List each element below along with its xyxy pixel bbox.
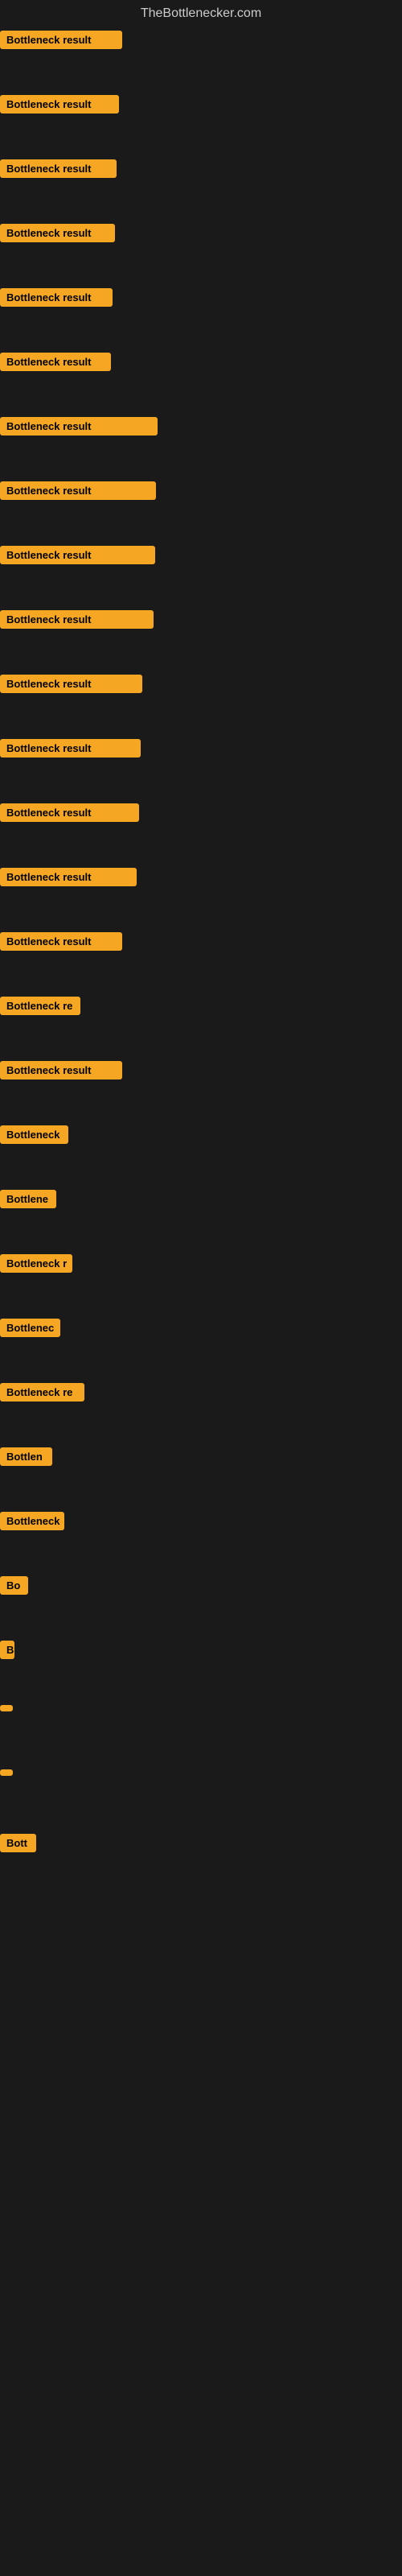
list-item: Bottleneck r <box>0 1248 402 1312</box>
list-item: Bottlen <box>0 1441 402 1505</box>
bottleneck-badge[interactable]: Bottleneck r <box>0 1254 72 1273</box>
list-item <box>0 1699 402 1763</box>
items-list: Bottleneck result Bottleneck result Bottle… <box>0 24 402 1892</box>
bottleneck-badge[interactable]: Bottleneck result <box>0 224 115 242</box>
list-item: Bottleneck result <box>0 24 402 89</box>
list-item: Bottleneck result <box>0 733 402 797</box>
list-item: Bottleneck result <box>0 926 402 990</box>
list-item: Bott <box>0 1827 402 1892</box>
bottleneck-badge[interactable]: Bottleneck result <box>0 803 139 822</box>
bottleneck-badge[interactable]: Bottleneck result <box>0 868 137 886</box>
list-item: Bottleneck re <box>0 990 402 1055</box>
bottleneck-badge[interactable]: Bottleneck result <box>0 481 156 500</box>
bottleneck-badge[interactable]: Bottleneck result <box>0 739 141 758</box>
list-item <box>0 1763 402 1827</box>
list-item: Bottleneck result <box>0 89 402 153</box>
bottleneck-badge[interactable]: Bottleneck result <box>0 932 122 951</box>
list-item: Bottlene <box>0 1183 402 1248</box>
list-item: Bottleneck result <box>0 475 402 539</box>
bottleneck-badge[interactable]: Bottleneck result <box>0 675 142 693</box>
list-item: Bottleneck <box>0 1505 402 1570</box>
list-item: Bottleneck result <box>0 282 402 346</box>
bottleneck-badge[interactable]: Bottleneck result <box>0 546 155 564</box>
bottleneck-badge[interactable] <box>0 1705 13 1711</box>
bottleneck-badge[interactable]: Bottleneck result <box>0 353 111 371</box>
bottleneck-badge[interactable]: Bottlenec <box>0 1319 60 1337</box>
list-item: Bottleneck <box>0 1119 402 1183</box>
list-item: Bo <box>0 1570 402 1634</box>
bottleneck-badge[interactable]: Bottleneck result <box>0 159 117 178</box>
list-item: Bottleneck result <box>0 1055 402 1119</box>
list-item: Bottlenec <box>0 1312 402 1377</box>
bottleneck-badge[interactable]: Bottlen <box>0 1447 52 1466</box>
bottleneck-badge[interactable]: Bottleneck result <box>0 417 158 436</box>
bottleneck-badge[interactable]: B <box>0 1641 14 1659</box>
bottleneck-badge[interactable] <box>0 1769 13 1776</box>
bottleneck-badge[interactable]: Bottleneck result <box>0 31 122 49</box>
list-item: Bottleneck result <box>0 668 402 733</box>
bottleneck-badge[interactable]: Bottleneck <box>0 1125 68 1144</box>
bottleneck-badge[interactable]: Bott <box>0 1834 36 1852</box>
site-title: TheBottlenecker.com <box>0 0 402 24</box>
bottleneck-badge[interactable]: Bo <box>0 1576 28 1595</box>
bottleneck-badge[interactable]: Bottleneck re <box>0 997 80 1015</box>
list-item: B <box>0 1634 402 1699</box>
bottleneck-badge[interactable]: Bottleneck result <box>0 95 119 114</box>
page-container: TheBottlenecker.com Bottleneck resultBot… <box>0 0 402 2053</box>
list-item: Bottleneck result <box>0 797 402 861</box>
bottleneck-badge[interactable]: Bottleneck <box>0 1512 64 1530</box>
list-item: Bottleneck result <box>0 604 402 668</box>
list-item: Bottleneck re <box>0 1377 402 1441</box>
bottleneck-badge[interactable]: Bottleneck result <box>0 610 154 629</box>
list-item: Bottleneck result <box>0 411 402 475</box>
bottleneck-badge[interactable]: Bottleneck result <box>0 288 113 307</box>
list-item: Bottleneck result <box>0 861 402 926</box>
list-item: Bottleneck result <box>0 539 402 604</box>
bottleneck-badge[interactable]: Bottleneck re <box>0 1383 84 1402</box>
bottleneck-badge[interactable]: Bottlene <box>0 1190 56 1208</box>
list-item: Bottleneck result <box>0 153 402 217</box>
list-item: Bottleneck result <box>0 346 402 411</box>
list-item: Bottleneck result <box>0 217 402 282</box>
bottleneck-badge[interactable]: Bottleneck result <box>0 1061 122 1080</box>
